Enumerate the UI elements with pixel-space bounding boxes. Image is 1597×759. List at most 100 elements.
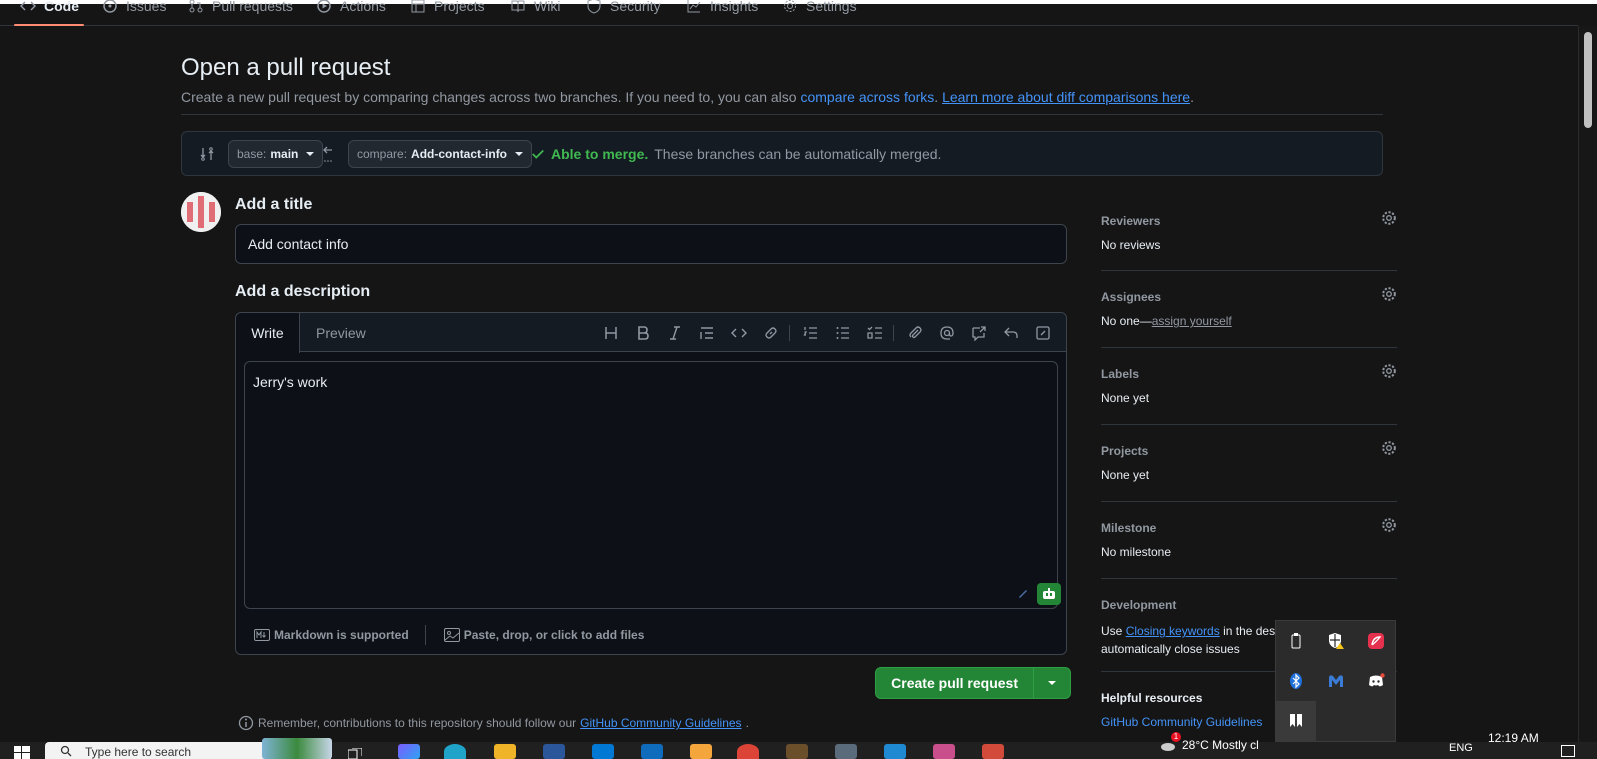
selected-tab-underline — [14, 24, 84, 26]
markdown-icon — [254, 629, 270, 641]
link-icon[interactable] — [763, 325, 779, 341]
task-view-icon[interactable] — [348, 748, 362, 759]
mail-app-icon[interactable] — [641, 744, 663, 759]
numbered-list-icon[interactable] — [803, 325, 819, 341]
windows-start-icon[interactable] — [14, 746, 30, 759]
sublime-app-icon[interactable] — [786, 744, 808, 759]
attach-files-button[interactable]: Paste, drop, or click to add files — [443, 628, 645, 642]
closing-keywords-link[interactable]: Closing keywords — [1126, 624, 1220, 638]
tab-security[interactable]: Security — [586, 0, 661, 16]
tab-pull-requests[interactable]: Pull requests — [188, 0, 293, 16]
community-guidelines-link[interactable]: GitHub Community Guidelines — [580, 716, 741, 730]
paperclip-icon[interactable] — [907, 325, 923, 341]
attach-note: Paste, drop, or click to add files — [463, 628, 645, 642]
app-icon[interactable] — [933, 744, 955, 759]
tab-security-label: Security — [610, 0, 661, 14]
gear-icon[interactable] — [1381, 363, 1397, 379]
security-tray-icon[interactable] — [1316, 621, 1356, 661]
task-list-icon[interactable] — [867, 325, 883, 341]
base-branch-select[interactable]: base: main — [228, 140, 324, 168]
assign-yourself-link[interactable]: assign yourself — [1152, 314, 1232, 328]
title-input[interactable] — [235, 224, 1067, 264]
tab-insights[interactable]: Insights — [686, 0, 758, 16]
language-indicator[interactable]: ENG — [1449, 742, 1473, 754]
learn-more-link[interactable]: Learn more about diff comparisons here — [942, 89, 1190, 105]
gear-icon[interactable] — [1381, 440, 1397, 456]
sidebar-divider — [1101, 270, 1397, 271]
helpful-guidelines-link[interactable]: GitHub Community Guidelines — [1101, 715, 1262, 729]
tab-code[interactable]: Code — [20, 0, 79, 16]
italic-icon[interactable] — [667, 325, 683, 341]
description-textarea[interactable]: Jerry's work — [244, 361, 1058, 609]
subtitle-text: Create a new pull request by comparing c… — [181, 89, 801, 105]
bluetooth-tray-icon[interactable] — [1276, 661, 1316, 701]
repo-nav: Code Issues Pull requests Actions Projec… — [0, 0, 1578, 26]
file-explorer-icon[interactable] — [494, 744, 516, 759]
reply-icon[interactable] — [1003, 325, 1019, 341]
editor-header: Write Preview — [236, 313, 1066, 353]
bullet-list-icon[interactable] — [835, 325, 851, 341]
gear-icon[interactable] — [1381, 517, 1397, 533]
discord-icon — [1369, 673, 1385, 687]
chrome-browser-icon[interactable] — [737, 744, 759, 759]
gear-icon[interactable] — [1381, 286, 1397, 302]
description-heading: Add a description — [235, 283, 371, 300]
avatar[interactable] — [181, 192, 221, 232]
paint-app-icon[interactable] — [690, 744, 712, 759]
create-pull-request-button[interactable]: Create pull request — [875, 667, 1071, 699]
tab-issues[interactable]: Issues — [102, 0, 166, 16]
store-app-icon[interactable] — [592, 744, 614, 759]
pencil-icon — [1019, 590, 1027, 598]
usb-tray-icon[interactable] — [1276, 621, 1316, 661]
page-scrollbar[interactable] — [1578, 26, 1597, 742]
tab-write[interactable]: Write — [236, 313, 300, 353]
search-highlight-image — [262, 738, 332, 759]
copilot-button[interactable] — [1037, 583, 1061, 605]
tab-preview[interactable]: Preview — [316, 325, 366, 341]
mention-icon[interactable] — [939, 325, 955, 341]
create-options-dropdown[interactable] — [1034, 681, 1070, 685]
fullscreen-icon[interactable] — [1035, 325, 1051, 341]
gear-icon — [784, 0, 796, 12]
reviewers-value: No reviews — [1101, 238, 1161, 252]
code-icon[interactable] — [731, 325, 747, 341]
heading-icon[interactable] — [603, 325, 619, 341]
notification-center-icon[interactable] — [1561, 745, 1575, 757]
copilot-app-icon[interactable] — [398, 744, 420, 759]
calculator-app-icon[interactable] — [835, 744, 857, 759]
reviewers-section: Reviewers No reviews — [1101, 211, 1396, 252]
scrollbar-thumb[interactable] — [1584, 32, 1592, 128]
markdown-note: Markdown is supported — [274, 628, 409, 642]
bold-icon[interactable] — [635, 325, 651, 341]
tab-wiki[interactable]: Wiki — [510, 0, 560, 16]
vscode-app-icon[interactable] — [884, 744, 906, 759]
arrow-left-icon — [323, 146, 332, 162]
tab-settings[interactable]: Settings — [782, 0, 857, 16]
malwarebytes-tray-icon[interactable] — [1316, 661, 1356, 701]
taskbar-clock[interactable]: 12:19 AM — [1488, 731, 1539, 745]
compare-forks-link[interactable]: compare across forks — [800, 89, 934, 105]
gear-icon[interactable] — [1381, 210, 1397, 226]
discord-tray-icon[interactable] — [1356, 661, 1396, 701]
assignees-value: No one—assign yourself — [1101, 314, 1383, 328]
app-icon-2[interactable] — [982, 744, 1004, 759]
tab-projects[interactable]: Projects — [410, 0, 485, 16]
base-label: base: — [237, 147, 267, 161]
projects-heading: Projects — [1101, 444, 1149, 458]
bookmark-tray-icon[interactable] — [1276, 701, 1316, 741]
tab-actions[interactable]: Actions — [316, 0, 386, 16]
create-pull-request-label: Create pull request — [891, 675, 1018, 691]
compare-arrows-icon[interactable] — [199, 146, 215, 162]
cross-reference-icon[interactable] — [971, 325, 987, 341]
edge-browser-icon[interactable] — [444, 744, 466, 759]
word-app-icon[interactable] — [543, 744, 565, 759]
compare-branch-select[interactable]: compare: Add-contact-info — [348, 140, 533, 168]
title-heading: Add a title — [235, 196, 313, 213]
tab-insights-label: Insights — [710, 0, 759, 14]
development-heading: Development — [1101, 598, 1177, 612]
markdown-support-link[interactable]: Markdown is supported — [254, 628, 409, 642]
branch-range-editor: base: main compare: Add-contact-info Able … — [181, 131, 1383, 176]
quote-icon[interactable] — [699, 325, 715, 341]
app-tray-icon[interactable] — [1356, 621, 1396, 661]
weather-widget[interactable]: 1 28°C Mostly cl — [1160, 732, 1259, 752]
